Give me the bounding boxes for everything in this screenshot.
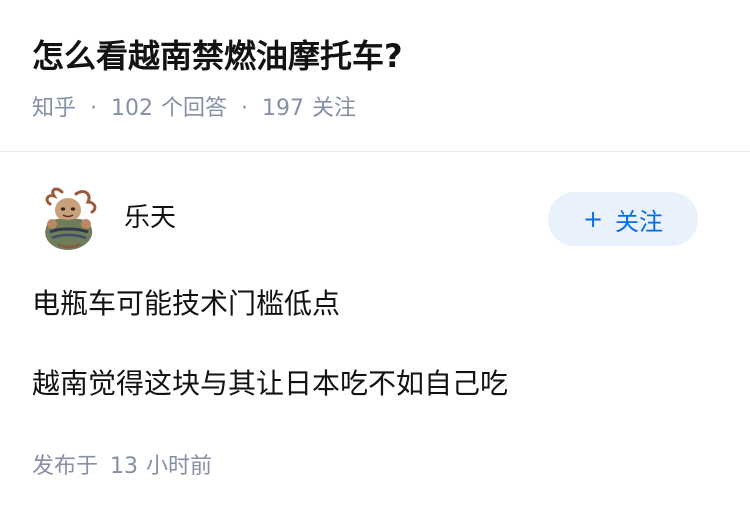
answer-count-label[interactable]: 个回答 — [161, 92, 227, 126]
follow-button[interactable]: + 关注 — [548, 192, 698, 246]
answer-paragraph: 电瓶车可能技术门槛低点 — [32, 287, 341, 320]
publish-time: 发布于 13 小时前 — [32, 450, 212, 484]
follower-count-label: 关注 — [312, 96, 357, 121]
meta-separator: · — [241, 96, 249, 121]
answer-paragraph: 越南觉得这块与其让日本吃不如自己吃 — [32, 367, 509, 400]
answer-author: 乐天 + 关注 — [32, 184, 718, 256]
publish-unit: 小时前 — [146, 454, 213, 479]
question-header: 怎么看越南禁燃油摩托车? 知乎 · 102 个回答 · 197 关注 — [0, 0, 750, 152]
answer-content[interactable]: 电瓶车可能技术门槛低点 越南觉得这块与其让日本吃不如自己吃 — [32, 282, 718, 406]
plus-icon: + — [582, 205, 604, 233]
avatar[interactable] — [32, 184, 104, 256]
publish-prefix: 发布于 — [32, 454, 99, 479]
publish-amount: 13 — [110, 454, 139, 479]
follower-count: 197 — [262, 96, 305, 121]
source-label[interactable]: 知乎 — [32, 92, 76, 126]
question-title[interactable]: 怎么看越南禁燃油摩托车? — [32, 34, 403, 78]
author-name[interactable]: 乐天 — [124, 200, 176, 236]
avatar-illustration-icon — [32, 184, 104, 256]
follow-button-label: 关注 — [615, 207, 664, 236]
meta-separator: · — [90, 96, 98, 121]
question-meta: 知乎 · 102 个回答 · 197 关注 — [32, 92, 356, 126]
answer-count: 102 — [111, 96, 154, 121]
